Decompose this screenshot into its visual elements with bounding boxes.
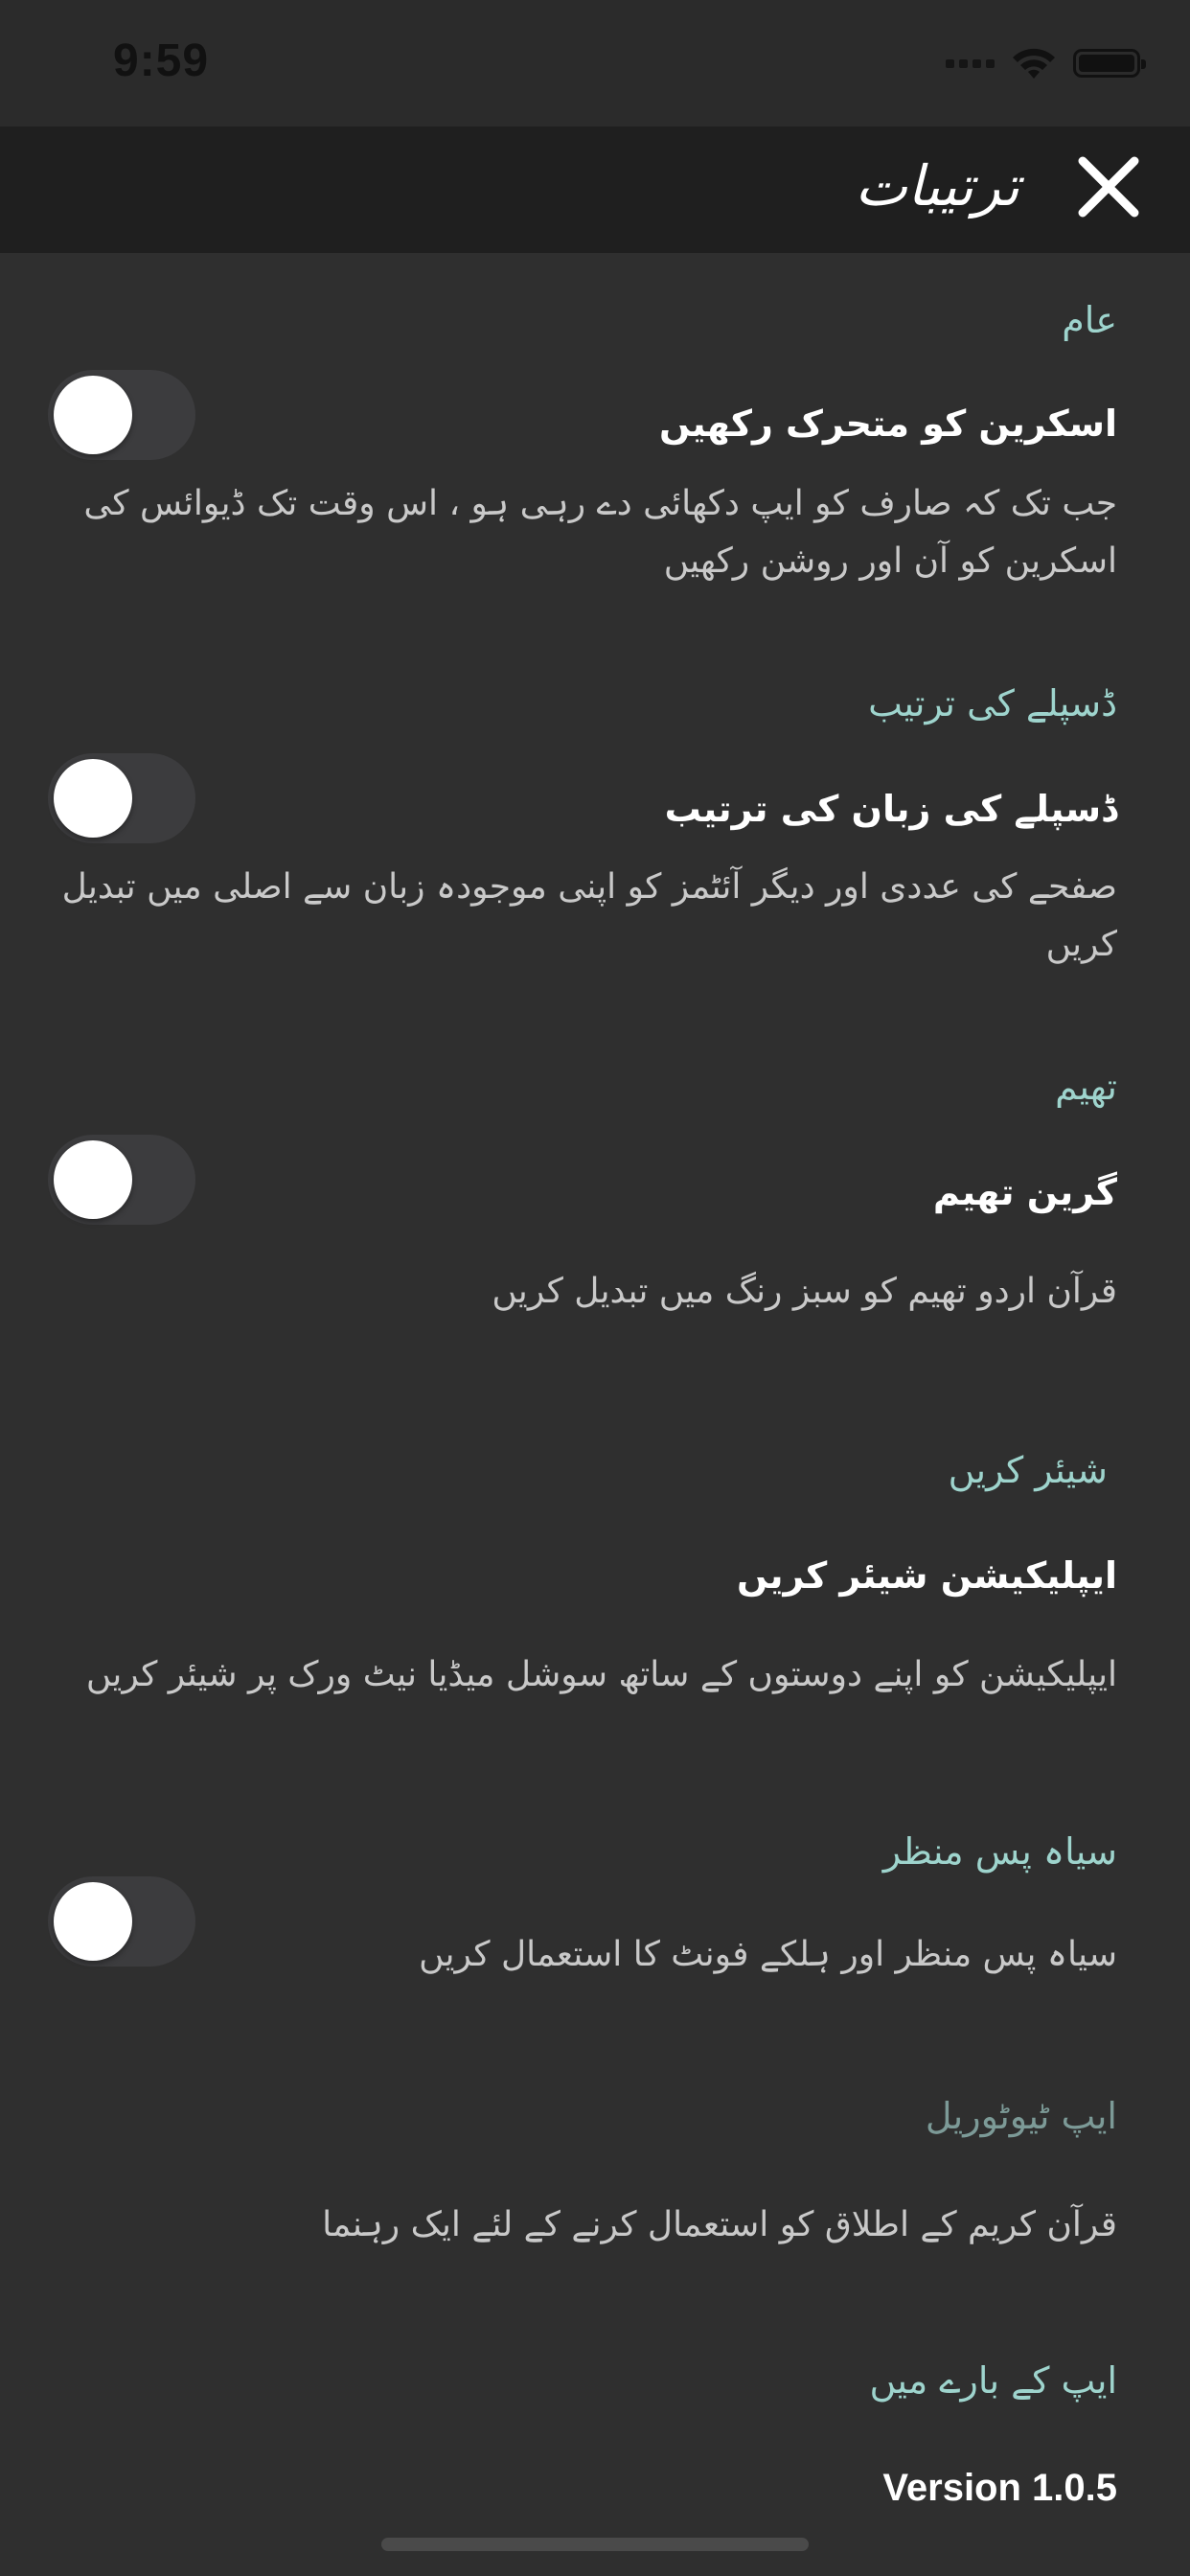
green-theme-desc: قرآن اردو تھیم کو سبز رنگ میں تبدیل کریں [492, 1272, 1117, 1311]
status-bar: 9:59 [0, 0, 1190, 126]
share-app-desc: ایپلیکیشن کو اپنے دوستوں کے ساتھ سوشل می… [85, 1655, 1117, 1694]
page-title: ترتیبات [855, 153, 1019, 218]
green-theme-title: گرین تھیم [932, 1171, 1117, 1213]
display-language-toggle[interactable] [48, 753, 195, 843]
toggle-knob [54, 1140, 132, 1219]
section-header-dark-background: سیاہ پس منظر [882, 1830, 1117, 1873]
navigation-bar: ترتیبات [0, 126, 1190, 253]
dark-background-desc: سیاہ پس منظر اور ہلکے فونٹ کا استعمال کر… [419, 1935, 1117, 1974]
app-tutorial-desc: قرآن کریم کے اطلاق کو استعمال کرنے کے لئ… [322, 2205, 1117, 2244]
cellular-signal-icon [946, 58, 995, 68]
app-tutorial-link[interactable]: ایپ ٹیوٹوریل [926, 2095, 1117, 2137]
keep-screen-awake-title: اسکرین کو متحرک رکھیں [659, 402, 1117, 445]
share-app-button[interactable]: ایپلیکیشن شیئر کریں [737, 1554, 1117, 1597]
status-time: 9:59 [113, 35, 210, 86]
section-header-share: شیئر کریں [948, 1449, 1108, 1491]
home-indicator [381, 2538, 809, 2551]
wifi-icon [1013, 48, 1055, 79]
app-version: Version 1.0.5 [882, 2467, 1117, 2509]
green-theme-toggle[interactable] [48, 1135, 195, 1225]
section-header-about: ایپ کے بارے میں [869, 2359, 1117, 2402]
toggle-knob [54, 376, 132, 454]
display-language-desc: صفحے کی عددی اور دیگر آئٹمز کو اپنی موجو… [61, 867, 1117, 964]
battery-icon [1073, 49, 1146, 78]
close-icon[interactable] [1075, 153, 1142, 220]
status-icons [946, 44, 1146, 82]
keep-screen-awake-desc: جب تک کہ صارف کو ایپ دکھائی دے رہی ہو ، … [83, 484, 1117, 581]
display-language-title: ڈسپلے کی زبان کی ترتیب [664, 788, 1117, 830]
keep-screen-awake-toggle[interactable] [48, 370, 195, 460]
section-header-theme: تھیم [1055, 1066, 1117, 1108]
section-header-general: عام [1062, 299, 1117, 341]
toggle-knob [54, 759, 132, 838]
section-header-display: ڈسپلے کی ترتیب [868, 682, 1117, 724]
